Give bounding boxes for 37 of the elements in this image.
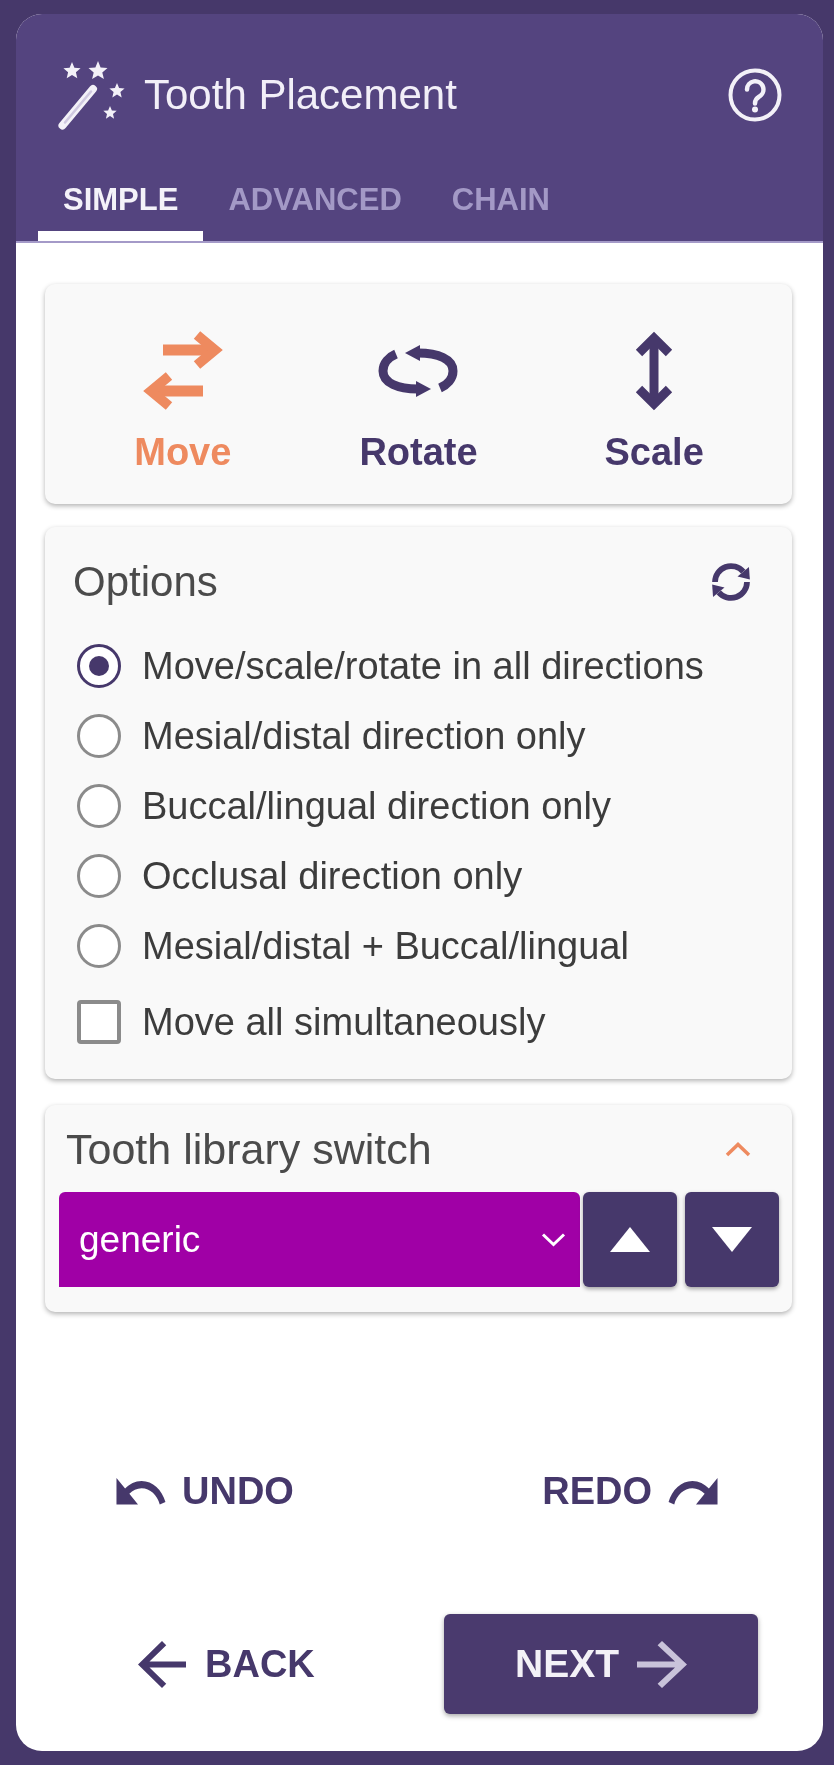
triangle-up-icon xyxy=(610,1227,650,1252)
radio-button[interactable] xyxy=(77,924,121,968)
app-title: Tooth Placement xyxy=(144,70,457,120)
redo-button[interactable]: REDO xyxy=(542,1468,718,1514)
radio-button[interactable] xyxy=(77,784,121,828)
redo-icon xyxy=(668,1477,718,1505)
rotate-arrows-icon xyxy=(378,344,459,397)
undo-button[interactable]: UNDO xyxy=(116,1468,294,1514)
chevron-down-icon xyxy=(541,1232,566,1247)
library-dropdown[interactable]: generic xyxy=(59,1192,580,1287)
triangle-down-icon xyxy=(712,1227,752,1252)
tool-button[interactable]: Scale xyxy=(604,330,704,475)
left-arrow-icon xyxy=(138,1640,186,1688)
next-item-button[interactable] xyxy=(685,1192,779,1287)
chevron-up-icon[interactable] xyxy=(725,1141,751,1157)
radio-button[interactable] xyxy=(77,854,121,898)
right-arrow-icon xyxy=(637,1640,687,1688)
previous-button[interactable] xyxy=(583,1192,677,1287)
checkbox[interactable] xyxy=(77,1000,121,1044)
back-button[interactable]: BACK xyxy=(138,1640,315,1688)
option-label[interactable]: Mesial/distal direction only xyxy=(142,713,586,759)
card-title: Tooth library switch xyxy=(66,1124,432,1174)
option-label[interactable]: Mesial/distal + Buccal/lingual xyxy=(142,923,629,969)
tool-button[interactable]: Rotate xyxy=(359,330,478,475)
radio-button[interactable] xyxy=(77,644,121,688)
option-label[interactable]: Occlusal direction only xyxy=(142,853,523,899)
magic-wand-icon xyxy=(58,60,126,130)
tab[interactable]: SIMPLE xyxy=(38,165,204,241)
help-icon[interactable] xyxy=(728,68,782,122)
option-label[interactable]: Buccal/lingual direction only xyxy=(142,783,611,829)
checkbox-label[interactable]: Move all simultaneously xyxy=(142,999,546,1045)
option-label[interactable]: Move/scale/rotate in all directions xyxy=(142,643,704,689)
refresh-icon[interactable] xyxy=(711,562,751,602)
next-button[interactable]: NEXT xyxy=(444,1614,758,1714)
card-title: Options xyxy=(73,557,218,607)
radio-button[interactable] xyxy=(77,714,121,758)
undo-icon xyxy=(116,1477,166,1505)
